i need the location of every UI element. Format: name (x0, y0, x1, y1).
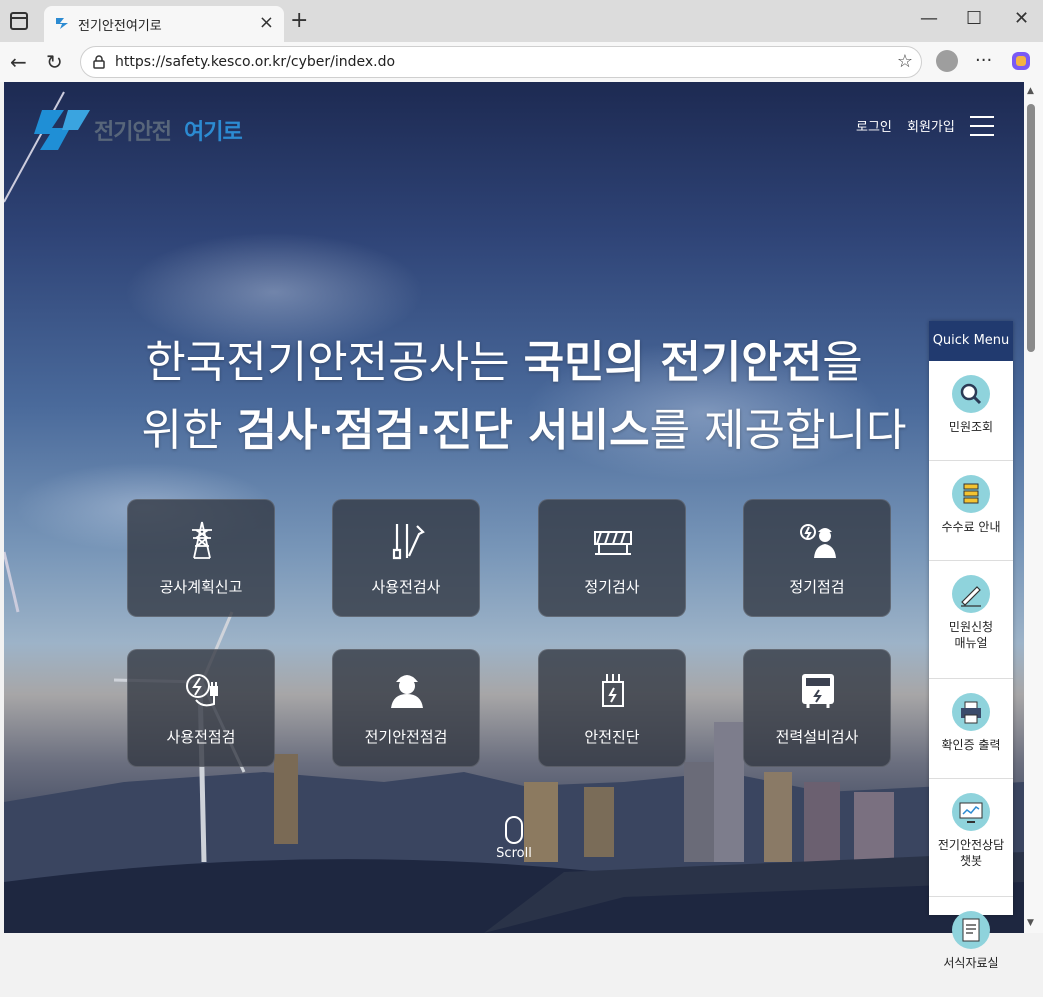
hero-headline-line1: 한국전기안전공사는 국민의 전기안전을 (145, 337, 863, 388)
pen-icon (952, 575, 990, 613)
hero-headline-line2: 위한 검사·점검·진단 서비스를 제공합니다 (141, 405, 907, 456)
quick-menu: Quick Menu 민원조회 수수료 안내 민원신청 매뉴얼 확인증 출력 전… (929, 321, 1013, 970)
quick-menu-item-application-manual[interactable]: 민원신청 매뉴얼 (929, 575, 1013, 679)
tower-icon (192, 521, 212, 559)
barrier-icon (594, 531, 632, 555)
service-label: 공사계획신고 (159, 578, 243, 596)
browser-tab-bar: 전기안전여기로 × + — ☐ ✕ (0, 0, 1043, 42)
tab-title: 전기안전여기로 (78, 19, 162, 34)
site-favicon-icon (56, 18, 68, 29)
close-tab-icon[interactable]: × (259, 12, 274, 33)
window-menu-icon[interactable] (10, 12, 28, 30)
close-window-icon[interactable]: ✕ (1014, 8, 1029, 29)
service-card-regular-check[interactable]: 정기점검 (743, 499, 891, 617)
quick-menu-item-inquiry[interactable]: 민원조회 (929, 375, 1013, 461)
scroll-indicator[interactable]: Scroll (494, 816, 534, 861)
logo-text-secondary: 여기로 (184, 120, 243, 145)
more-menu-icon[interactable]: ··· (975, 50, 992, 71)
service-label: 사용전점검 (166, 728, 236, 746)
service-card-pre-use-check[interactable]: 사용전점검 (127, 649, 275, 767)
service-card-pre-use-inspection[interactable]: 사용전검사 (332, 499, 480, 617)
service-card-regular-inspection[interactable]: 정기검사 (538, 499, 686, 617)
service-label: 전력설비검사 (775, 728, 859, 746)
scroll-up-arrow-icon[interactable]: ▲ (1027, 86, 1034, 96)
service-card-electrical-safety-check[interactable]: 전기안전점검 (332, 649, 480, 767)
login-link[interactable]: 로그인 (856, 116, 892, 135)
hamburger-menu-icon[interactable] (970, 116, 994, 136)
magnifier-icon (952, 375, 990, 413)
mouse-scroll-icon (505, 816, 523, 844)
copilot-icon[interactable] (1010, 50, 1032, 72)
address-toolbar: ← ↻ https://safety.kesco.or.kr/cyber/ind… (0, 42, 1043, 82)
minimize-icon[interactable]: — (920, 8, 938, 29)
refresh-icon[interactable]: ↻ (46, 50, 63, 74)
quick-menu-item-forms-library[interactable]: 서식자료실 (929, 911, 1013, 997)
browser-tab[interactable]: 전기안전여기로 × (44, 6, 284, 42)
worker-icon (391, 675, 423, 708)
quick-menu-item-fee-guide[interactable]: 수수료 안내 (929, 475, 1013, 561)
printer-icon (952, 693, 990, 731)
service-label: 정기점검 (789, 578, 845, 596)
worker-bolt-icon (800, 524, 836, 558)
service-label: 정기검사 (584, 578, 640, 596)
logo-mark-icon (34, 110, 90, 150)
service-label: 사용전검사 (371, 578, 441, 596)
service-label: 안전진단 (584, 728, 640, 746)
quick-menu-item-chatbot[interactable]: 전기안전상담 챗봇 (929, 793, 1013, 897)
scroll-label: Scroll (496, 846, 532, 861)
new-tab-button[interactable]: + (290, 8, 308, 33)
quick-menu-title: Quick Menu (929, 321, 1013, 361)
maximize-icon[interactable]: ☐ (966, 8, 982, 29)
back-icon[interactable]: ← (10, 50, 27, 74)
plug-bolt-icon (186, 674, 218, 707)
url-text: https://safety.kesco.or.kr/cyber/index.d… (115, 54, 396, 70)
scroll-down-arrow-icon[interactable]: ▼ (1027, 918, 1034, 928)
lock-icon (93, 55, 105, 69)
document-icon (952, 911, 990, 949)
coins-icon (952, 475, 990, 513)
service-card-construction-plan[interactable]: 공사계획신고 (127, 499, 275, 617)
transformer-icon (602, 674, 624, 707)
scrollbar-thumb[interactable] (1027, 104, 1035, 352)
signup-link[interactable]: 회원가입 (907, 116, 955, 135)
logo-text-primary: 전기안전 (94, 120, 172, 145)
monitor-chart-icon (952, 793, 990, 831)
quick-menu-item-certificate-print[interactable]: 확인증 출력 (929, 693, 1013, 779)
meter-icon (802, 674, 834, 708)
service-label: 전기안전점검 (364, 728, 448, 746)
page-viewport: 전기안전 여기로 로그인 회원가입 한국전기안전공사는 국민의 전기안전을 위한… (4, 82, 1024, 933)
profile-avatar-icon[interactable] (936, 50, 958, 72)
tools-icon (392, 524, 425, 560)
page-scrollbar[interactable]: ▲ ▼ (1024, 82, 1043, 933)
service-card-safety-diagnosis[interactable]: 안전진단 (538, 649, 686, 767)
address-bar[interactable]: https://safety.kesco.or.kr/cyber/index.d… (80, 46, 922, 78)
service-card-power-facility-inspection[interactable]: 전력설비검사 (743, 649, 891, 767)
favorite-star-icon[interactable]: ☆ (897, 51, 913, 72)
site-logo[interactable]: 전기안전 여기로 (34, 104, 264, 150)
